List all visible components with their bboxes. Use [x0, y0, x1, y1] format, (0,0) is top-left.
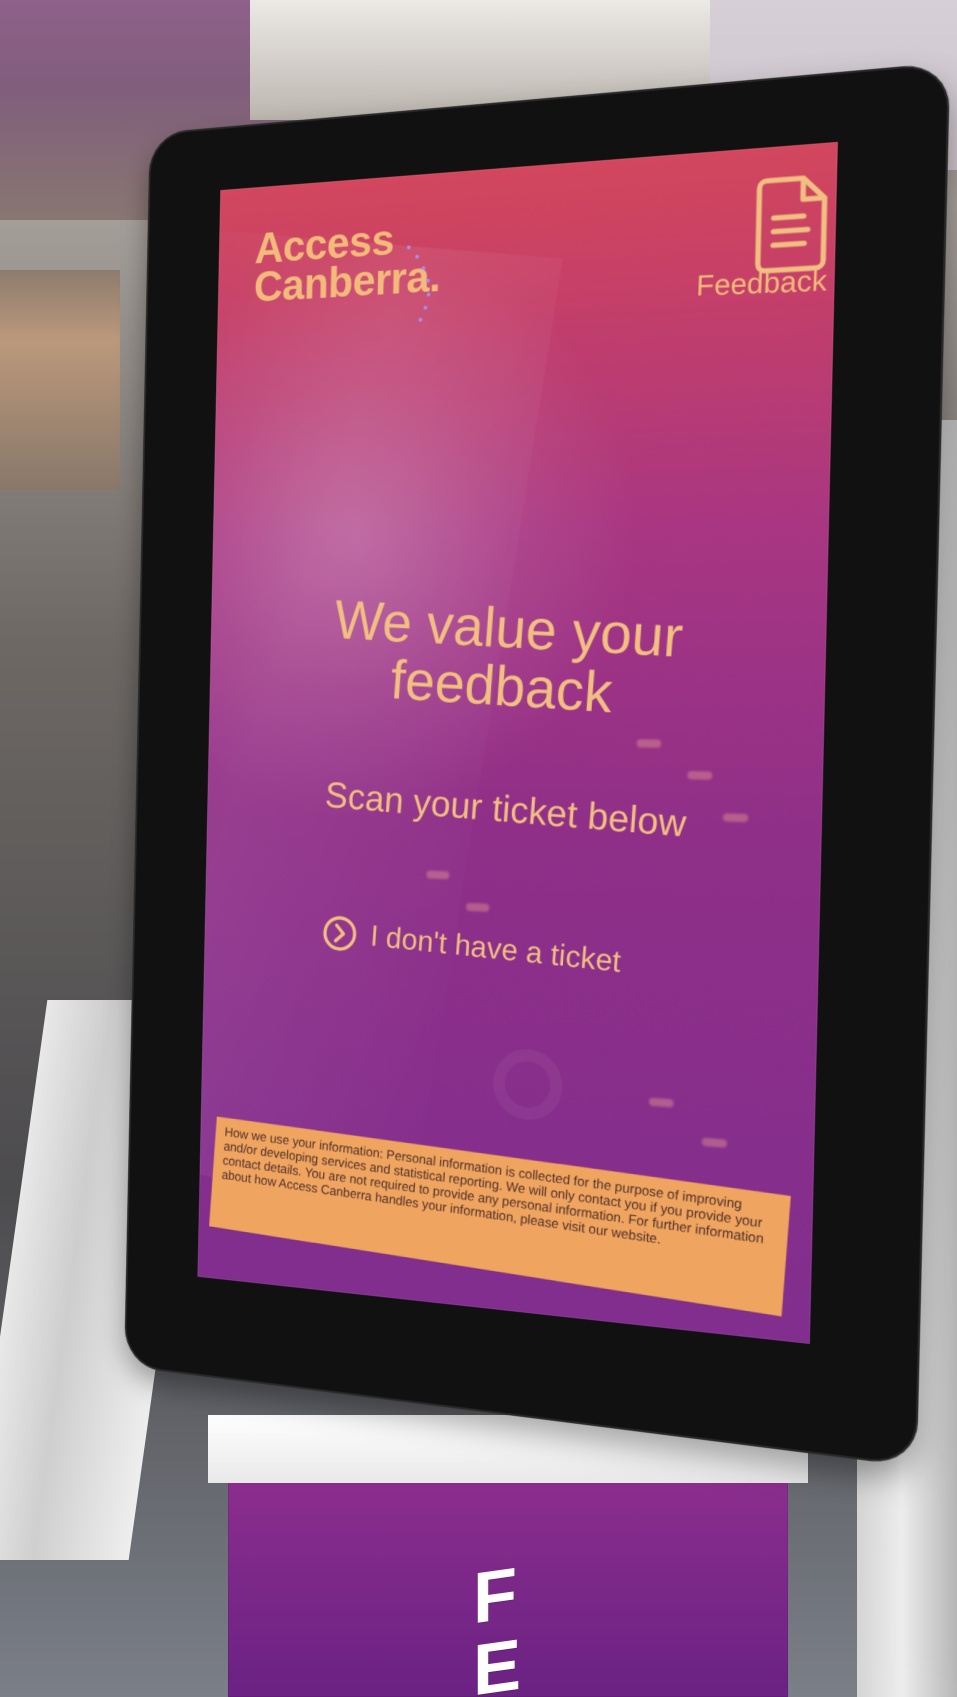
screen-reflection-circle	[492, 1047, 563, 1123]
feedback-label: Feedback	[695, 264, 828, 302]
kiosk-screen: Access Canberra. Feedback We value your …	[197, 141, 838, 1344]
document-icon	[751, 172, 833, 276]
reflection-light	[465, 902, 490, 912]
chevron-right-circle-icon	[321, 913, 359, 954]
kiosk-device: Access Canberra. Feedback We value your …	[124, 62, 951, 1468]
reflection-light	[701, 1137, 728, 1148]
stand-letter-e: E	[473, 1624, 522, 1697]
logo-line-2: Canberra.	[253, 252, 441, 312]
kiosk-photo-scene: F E Access Canberra. Feedback We value y…	[0, 0, 957, 1697]
reflection-light	[648, 1097, 674, 1108]
privacy-notice: How we use your information: Personal in…	[209, 1116, 791, 1317]
reflection-light	[636, 739, 662, 748]
reflection-light	[687, 770, 713, 780]
stand-letter-f: F	[473, 1553, 517, 1640]
stand-printed-letters: F E	[473, 1553, 522, 1697]
background-shelf	[0, 270, 120, 490]
feedback-icon	[751, 172, 833, 276]
access-canberra-logo: Access Canberra.	[253, 216, 442, 322]
